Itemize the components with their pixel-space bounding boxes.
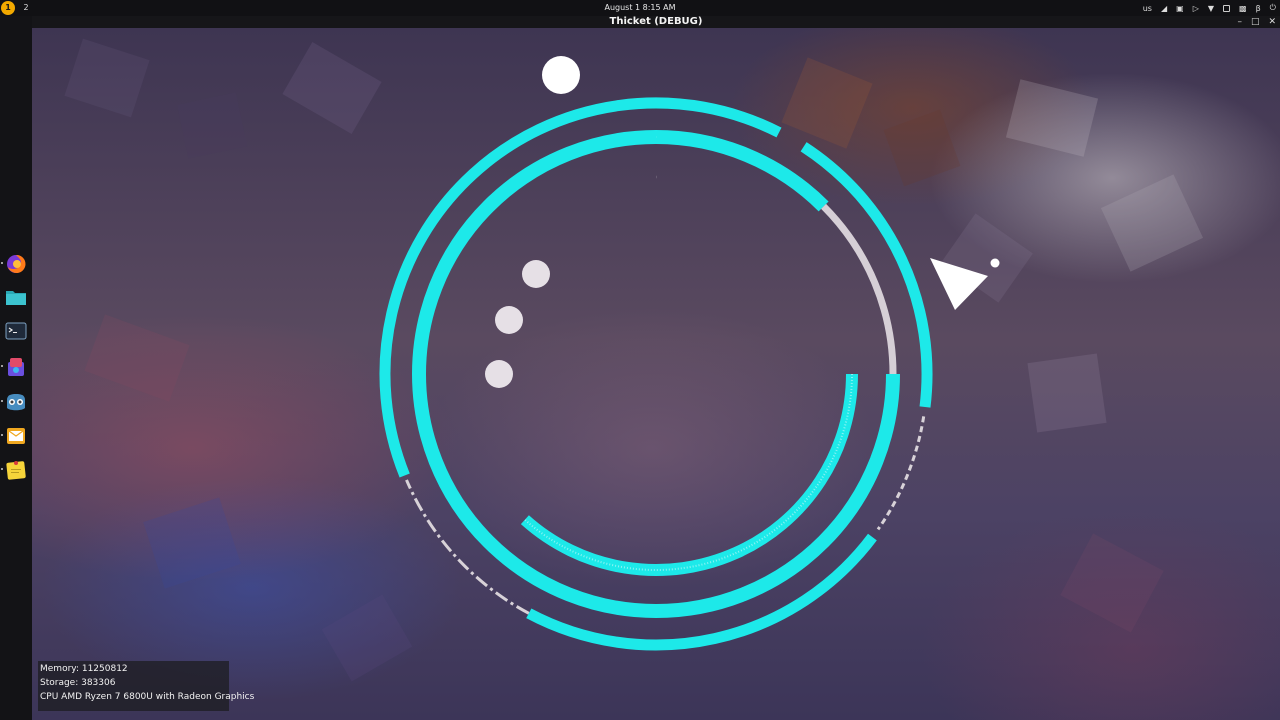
middle-ring-segment xyxy=(655,130,829,212)
orb xyxy=(485,360,513,388)
window-controls: – □ ✕ xyxy=(1237,16,1276,28)
orb xyxy=(495,306,523,334)
window-title: Thicket (DEBUG) xyxy=(609,16,703,27)
signal-icon[interactable]: ◢ xyxy=(1161,4,1167,13)
memory-readout: Memory: 11250812 xyxy=(40,664,128,674)
network-icon[interactable]: ▣ xyxy=(1176,4,1184,13)
game-scene[interactable] xyxy=(32,28,1280,720)
running-indicator xyxy=(1,434,3,436)
large-orb xyxy=(542,56,580,94)
maximize-icon[interactable]: □ xyxy=(1251,17,1260,27)
clock[interactable]: August 1 8:15 AM xyxy=(0,0,1280,16)
mail-icon[interactable] xyxy=(5,425,27,447)
debug-overlay: Memory: 11250812 Storage: 383306 CPU AMD… xyxy=(38,661,255,711)
godot-icon[interactable] xyxy=(5,391,27,413)
firefox-icon[interactable] xyxy=(5,253,27,275)
running-indicator xyxy=(1,262,3,264)
chat-icon[interactable]: ▩ xyxy=(1239,4,1247,13)
outer-ring-segment xyxy=(800,142,933,408)
keyboard-layout-indicator[interactable]: us xyxy=(1143,4,1152,13)
wifi-icon[interactable]: ▼ xyxy=(1208,4,1214,13)
outer-ring-dashed-gap xyxy=(405,479,530,615)
software-store-icon[interactable] xyxy=(5,356,27,378)
files-icon[interactable] xyxy=(5,286,27,308)
system-tray: us ◢ ▣ ▷ ▼ ▩ β ⏻ xyxy=(1143,0,1276,16)
dock xyxy=(0,16,32,720)
storage-readout: Storage: 383306 xyxy=(40,678,116,688)
terminal-icon[interactable] xyxy=(5,320,27,342)
outer-ring-segment xyxy=(379,97,782,478)
running-indicator xyxy=(1,365,3,367)
power-icon[interactable]: ⏻ xyxy=(1270,3,1276,13)
sticky-notes-icon[interactable] xyxy=(5,459,27,481)
volume-icon[interactable]: ▷ xyxy=(1193,4,1199,13)
battery-icon[interactable] xyxy=(1223,4,1230,12)
aim-dot xyxy=(990,258,1000,268)
close-icon[interactable]: ✕ xyxy=(1268,17,1276,27)
running-indicator xyxy=(1,468,3,470)
cpu-readout: CPU AMD Ryzen 7 6800U with Radeon Graphi… xyxy=(40,692,255,702)
top-bar: 1 2 August 1 8:15 AM us ◢ ▣ ▷ ▼ ▩ β ⏻ xyxy=(0,0,1280,16)
minimize-icon[interactable]: – xyxy=(1237,17,1242,27)
game-viewport[interactable] xyxy=(32,28,1280,720)
orb xyxy=(522,260,550,288)
inner-ring-segment xyxy=(520,373,858,576)
running-indicator xyxy=(1,400,3,402)
ring-layers xyxy=(379,97,933,651)
window-titlebar[interactable]: Thicket (DEBUG) – □ ✕ xyxy=(32,16,1280,28)
inner-ring-texture xyxy=(524,373,853,571)
bluetooth-icon[interactable]: β xyxy=(1256,4,1261,13)
